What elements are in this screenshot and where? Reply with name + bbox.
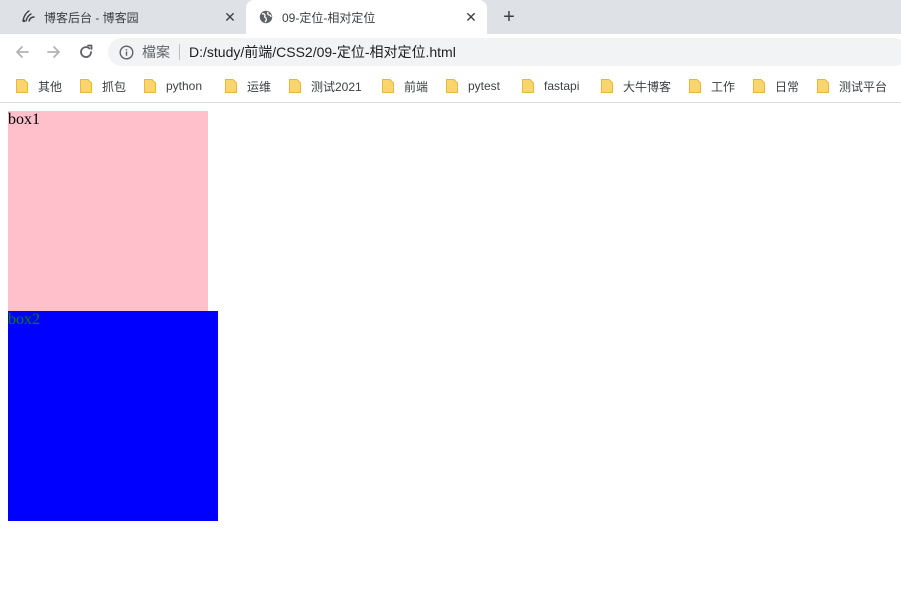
bookmark-label: 日常 [775, 79, 800, 94]
bookmark-label: pytest [468, 79, 501, 93]
new-tab-button[interactable]: + [498, 6, 520, 28]
bookmark-folder[interactable]: 大牛博客 [601, 76, 671, 96]
bookmark-folder[interactable]: 日常 [753, 76, 799, 96]
browser-window: 博客后台 - 博客园 ✕ 09-定位-相对定位 ✕ + 檔案 D:/study/… [0, 0, 901, 601]
bookmark-label: 大牛博客 [623, 79, 672, 94]
bookmark-label: 运维 [247, 79, 272, 94]
address-bar[interactable]: 檔案 D:/study/前端/CSS2/09-定位-相对定位.html [108, 38, 901, 66]
page-content: box1 box2 [0, 103, 901, 601]
bookmark-label: 前端 [404, 79, 429, 94]
back-arrow-icon [16, 46, 29, 58]
tab-title: 09-定位-相对定位 [282, 10, 376, 25]
bookmark-folder[interactable]: 运维 [225, 76, 271, 96]
bookmark-folder[interactable]: 前端 [382, 76, 428, 96]
bookmark-label: 测试平台 [839, 79, 888, 94]
cnblogs-icon [20, 9, 36, 25]
tab-strip: 博客后台 - 博客园 ✕ 09-定位-相对定位 ✕ + [0, 0, 901, 34]
globe-icon [258, 9, 274, 25]
folder-icon [601, 79, 613, 93]
bookmark-folder[interactable]: 测试平台 [817, 76, 887, 96]
reload-icon [80, 44, 93, 58]
tab-blog-admin[interactable]: 博客后台 - 博客园 ✕ [8, 0, 246, 34]
box2-label: box2 [8, 311, 40, 328]
forward-arrow-icon [47, 46, 60, 58]
bookmark-folder[interactable]: 工作 [689, 76, 735, 96]
file-scheme-label: 檔案 [142, 44, 170, 60]
folder-icon [144, 79, 156, 93]
bookmark-folder[interactable]: pytest [446, 76, 500, 96]
folder-icon [225, 79, 237, 93]
bookmark-folder[interactable]: 测试2021 [289, 76, 362, 96]
back-button[interactable] [11, 41, 33, 63]
bookmark-label: 测试2021 [311, 79, 362, 94]
forward-button[interactable] [43, 41, 65, 63]
divider [179, 44, 180, 60]
bookmark-folder[interactable]: fastapi [522, 76, 579, 96]
folder-icon [289, 79, 301, 93]
bookmark-folder[interactable]: 其他 [16, 76, 62, 96]
reload-button[interactable] [75, 41, 97, 63]
info-icon[interactable] [118, 44, 134, 60]
tab-close-icon[interactable]: ✕ [222, 9, 238, 25]
bookmark-folder[interactable]: 抓包 [80, 76, 126, 96]
url-text[interactable]: D:/study/前端/CSS2/09-定位-相对定位.html [189, 42, 456, 62]
box1-label: box1 [8, 111, 40, 128]
toolbar: 檔案 D:/study/前端/CSS2/09-定位-相对定位.html [0, 34, 901, 70]
box1: box1 [8, 111, 208, 311]
folder-icon [689, 79, 701, 93]
tab-title: 博客后台 - 博客园 [44, 10, 139, 25]
bookmark-label: 其他 [38, 79, 63, 94]
tab-close-icon[interactable]: ✕ [463, 9, 479, 25]
bookmark-label: 抓包 [102, 79, 127, 94]
bookmark-folder[interactable]: python [144, 76, 202, 96]
folder-icon [522, 79, 534, 93]
folder-icon [382, 79, 394, 93]
box2: box2 [8, 311, 218, 521]
folder-icon [16, 79, 28, 93]
bookmark-label: 工作 [711, 79, 736, 94]
folder-icon [446, 79, 458, 93]
tab-relative-positioning[interactable]: 09-定位-相对定位 ✕ [246, 0, 487, 34]
folder-icon [817, 79, 829, 93]
bookmark-label: python [166, 79, 203, 93]
bookmarks-bar: 其他 抓包 python 运维 测试2021 前端 pytest fastapi… [0, 70, 901, 103]
bookmark-label: fastapi [544, 79, 580, 93]
folder-icon [753, 79, 765, 93]
folder-icon [80, 79, 92, 93]
